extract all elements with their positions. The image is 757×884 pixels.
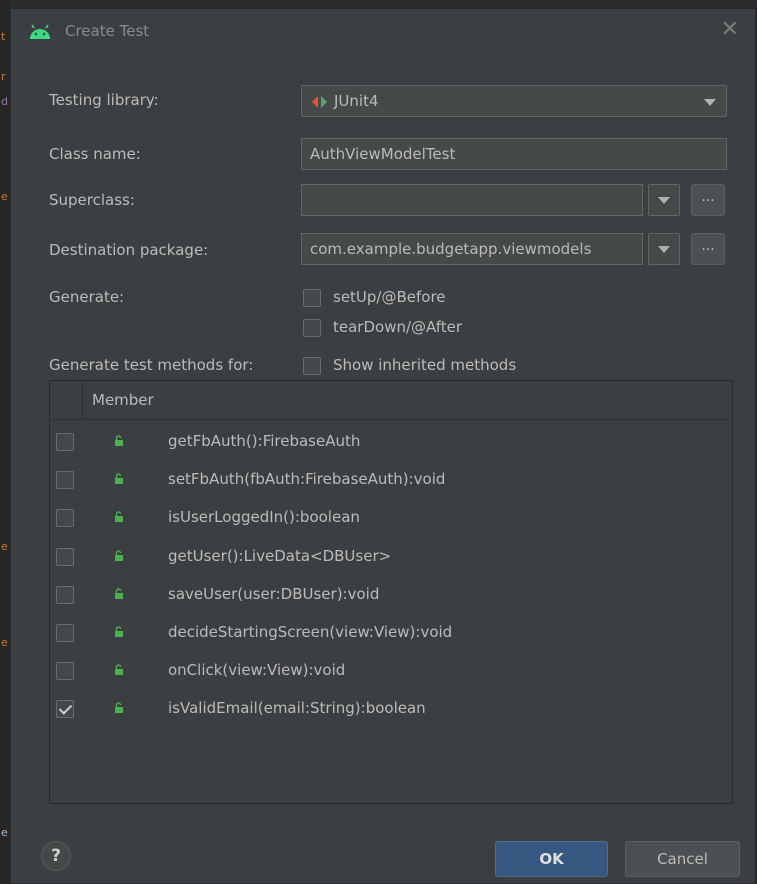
create-test-dialog: Create Test ✕ Testing library: JUnit4 Cl… <box>10 8 756 884</box>
public-lock-icon <box>115 664 123 676</box>
superclass-browse-button[interactable]: ... <box>691 184 725 216</box>
public-lock-icon <box>115 702 123 714</box>
member-checkbox[interactable] <box>56 433 74 451</box>
public-lock-icon <box>115 549 123 561</box>
member-column-header[interactable]: Member <box>92 391 154 409</box>
android-icon <box>30 24 50 39</box>
public-lock-icon <box>115 511 123 523</box>
superclass-dropdown-button[interactable] <box>648 184 680 216</box>
member-checkbox[interactable] <box>56 662 74 681</box>
show-inherited-label: Show inherited methods <box>333 356 517 374</box>
help-icon[interactable]: ? <box>41 841 71 871</box>
dialog-titlebar: Create Test ✕ <box>11 9 755 55</box>
member-signature: onClick(view:View):void <box>168 661 346 680</box>
junit-icon <box>312 96 327 108</box>
table-row[interactable]: setFbAuth(fbAuth:FirebaseAuth):void <box>50 461 732 499</box>
member-checkbox[interactable] <box>56 585 74 604</box>
class-name-label: Class name: <box>49 145 141 163</box>
table-row[interactable]: decideStartingScreen(view:View):void <box>50 614 732 652</box>
superclass-field[interactable] <box>301 184 710 216</box>
table-row[interactable]: getFbAuth():FirebaseAuth <box>50 423 732 461</box>
member-checkbox[interactable] <box>56 471 74 490</box>
superclass-label: Superclass: <box>49 191 135 209</box>
public-lock-icon <box>115 473 123 485</box>
members-table: Member getFbAuth():FirebaseAuth setFbAuth… <box>49 380 733 804</box>
table-row[interactable]: onClick(view:View):void <box>50 652 732 690</box>
public-lock-icon <box>115 435 123 446</box>
member-signature: saveUser(user:DBUser):void <box>168 584 380 603</box>
setup-checkbox[interactable] <box>303 289 321 307</box>
ok-button[interactable]: OK <box>495 841 608 877</box>
table-header: Member <box>50 381 732 420</box>
class-name-field[interactable] <box>301 138 727 170</box>
testing-library-value: JUnit4 <box>334 92 379 110</box>
member-checkbox[interactable] <box>56 509 74 528</box>
table-row[interactable]: saveUser(user:DBUser):void <box>50 576 732 614</box>
member-checkbox[interactable] <box>56 700 74 719</box>
member-signature: getFbAuth():FirebaseAuth <box>168 432 361 450</box>
public-lock-icon <box>115 588 123 599</box>
member-checkbox[interactable] <box>56 624 74 642</box>
chevron-down-icon <box>704 99 716 106</box>
editor-gutter-strip: t r d e e e e <box>0 0 10 884</box>
destination-package-dropdown-button[interactable] <box>648 233 680 265</box>
header-divider <box>82 381 83 419</box>
cancel-button[interactable]: Cancel <box>625 841 740 877</box>
close-icon[interactable]: ✕ <box>721 17 739 42</box>
table-row[interactable]: getUser():LiveData<DBUser> <box>50 538 732 576</box>
member-signature: getUser():LiveData<DBUser> <box>168 546 392 565</box>
teardown-checkbox[interactable] <box>303 319 321 337</box>
member-signature: isUserLoggedIn():boolean <box>168 508 360 527</box>
show-inherited-checkbox[interactable] <box>303 357 321 375</box>
member-signature: isValidEmail(email:String):boolean <box>168 699 426 718</box>
member-signature: setFbAuth(fbAuth:FirebaseAuth):void <box>168 470 446 489</box>
table-row[interactable]: isUserLoggedIn():boolean <box>50 499 732 537</box>
chevron-down-icon <box>658 246 670 253</box>
member-checkbox[interactable] <box>56 547 74 566</box>
generate-label: Generate: <box>49 288 125 306</box>
chevron-down-icon <box>658 197 670 204</box>
destination-package-label: Destination package: <box>49 241 209 259</box>
testing-library-select[interactable]: JUnit4 <box>301 85 727 117</box>
teardown-checkbox-label: tearDown/@After <box>333 318 463 336</box>
table-row[interactable]: isValidEmail(email:String):boolean <box>50 690 732 728</box>
testing-library-label: Testing library: <box>49 91 159 109</box>
dialog-title: Create Test <box>65 22 150 40</box>
generate-methods-label: Generate test methods for: <box>49 356 254 374</box>
destination-package-field[interactable] <box>301 233 710 265</box>
class-name-input[interactable] <box>310 145 710 163</box>
public-lock-icon <box>115 626 123 637</box>
destination-package-browse-button[interactable]: ... <box>691 233 725 265</box>
setup-checkbox-label: setUp/@Before <box>333 288 446 306</box>
member-signature: decideStartingScreen(view:View):void <box>168 623 453 641</box>
